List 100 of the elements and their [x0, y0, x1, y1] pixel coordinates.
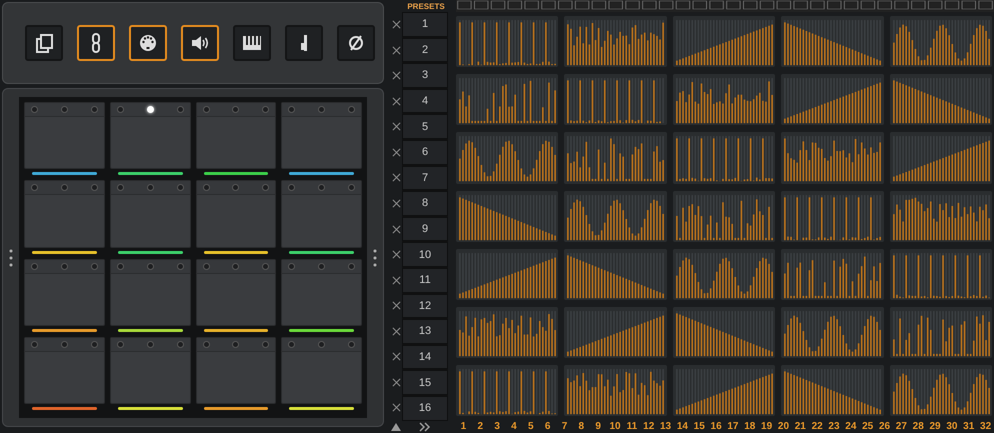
step-number: 32 — [979, 421, 992, 432]
step-pattern-thumbnail[interactable] — [672, 132, 776, 184]
preset-button[interactable]: 9 — [402, 216, 448, 242]
x-icon[interactable] — [392, 148, 400, 157]
double-chevron-icon[interactable] — [419, 422, 431, 432]
step-number: 14 — [676, 421, 689, 432]
step-pattern-thumbnail[interactable] — [672, 365, 776, 416]
step-pattern-thumbnail[interactable] — [890, 365, 992, 416]
preset-button[interactable]: 7 — [402, 166, 448, 190]
x-icon[interactable] — [392, 173, 400, 182]
toolbar-button[interactable] — [285, 25, 323, 61]
preset-button[interactable]: 10 — [402, 242, 448, 267]
step-pattern-thumbnail[interactable] — [456, 16, 558, 68]
toolbar-button[interactable] — [129, 25, 167, 61]
step-pattern-thumbnail[interactable] — [781, 365, 884, 416]
toolbar-button[interactable] — [77, 25, 115, 61]
step-number: 18 — [743, 421, 756, 432]
toolbar-button[interactable] — [25, 25, 63, 61]
screw-icon — [31, 106, 38, 113]
step-pattern-thumbnail[interactable] — [564, 74, 667, 126]
x-icon[interactable] — [392, 122, 400, 132]
step-pattern-thumbnail[interactable] — [890, 16, 992, 68]
screw-icon — [116, 106, 124, 113]
step-pattern-thumbnail[interactable] — [456, 190, 558, 242]
preset-button[interactable]: 4 — [402, 88, 448, 114]
x-icon[interactable] — [392, 71, 400, 80]
x-icon[interactable] — [392, 224, 400, 234]
x-icon[interactable] — [392, 20, 400, 30]
step-number: 27 — [894, 421, 908, 432]
preset-button[interactable]: 14 — [402, 344, 448, 370]
preset-button[interactable]: 11 — [402, 268, 448, 293]
step-pattern-thumbnail[interactable] — [781, 16, 884, 68]
handle-dots-icon[interactable] — [9, 248, 13, 266]
up-arrow-icon[interactable] — [391, 422, 401, 431]
toolbar-button[interactable] — [233, 25, 271, 61]
preset-button[interactable]: 1 — [402, 12, 448, 37]
preset-button[interactable]: 3 — [402, 63, 448, 88]
step-pattern-thumbnail[interactable] — [781, 190, 884, 242]
step-number: 13 — [658, 421, 672, 432]
step-pattern-thumbnail[interactable] — [890, 307, 992, 358]
screw-icon — [348, 340, 355, 348]
toolbar-button[interactable] — [337, 25, 375, 61]
step-pattern-thumbnail[interactable] — [781, 248, 884, 300]
preset-button[interactable]: 5 — [402, 114, 448, 139]
step-pattern-thumbnail[interactable] — [890, 248, 992, 300]
step-pattern-thumbnail[interactable] — [781, 74, 884, 126]
step-pattern-thumbnail[interactable] — [456, 74, 558, 126]
preset-button[interactable]: 15 — [402, 370, 448, 395]
step-number: 20 — [776, 421, 790, 432]
step-pattern-thumbnail[interactable] — [456, 132, 558, 184]
screw-icon — [90, 106, 98, 113]
x-icon[interactable] — [392, 403, 400, 412]
step-pattern-thumbnail[interactable] — [564, 248, 667, 300]
x-icon[interactable] — [392, 301, 400, 310]
step-pattern-thumbnail[interactable] — [672, 307, 776, 358]
step-pattern-thumbnail[interactable] — [672, 74, 776, 126]
step-pattern-thumbnail[interactable] — [564, 365, 667, 416]
step-pattern-thumbnail[interactable] — [672, 248, 776, 300]
x-icon[interactable] — [392, 276, 400, 285]
step-pattern-thumbnail[interactable] — [564, 132, 667, 184]
step-number: 22 — [810, 421, 824, 432]
x-icon[interactable] — [392, 378, 400, 387]
x-icon[interactable] — [392, 198, 400, 208]
x-icon[interactable] — [392, 96, 400, 106]
step-pattern-thumbnail[interactable] — [890, 74, 992, 126]
screw-icon — [116, 340, 124, 348]
preset-button[interactable]: 16 — [402, 396, 448, 420]
handle-dots-icon[interactable] — [373, 248, 377, 266]
slider-icon — [301, 33, 307, 53]
step-pattern-thumbnail[interactable] — [890, 132, 992, 184]
preset-button[interactable]: 13 — [402, 319, 448, 344]
screw-icon — [176, 106, 184, 113]
step-pattern-thumbnail[interactable] — [781, 132, 884, 184]
step-number: 19 — [760, 421, 774, 432]
step-pattern-thumbnail[interactable] — [672, 190, 776, 242]
step-pattern-thumbnail[interactable] — [564, 16, 667, 68]
screw-icon — [202, 106, 210, 113]
step-pattern-thumbnail[interactable] — [890, 190, 992, 242]
step-pattern-thumbnail[interactable] — [564, 307, 667, 358]
step-pattern-thumbnail[interactable] — [456, 365, 558, 416]
step-pattern-thumbnail[interactable] — [564, 190, 667, 242]
x-icon[interactable] — [392, 46, 400, 55]
screw-icon — [202, 262, 210, 270]
screw-icon — [31, 262, 38, 270]
screw-icon — [202, 340, 210, 348]
step-pattern-thumbnail[interactable] — [456, 248, 558, 300]
x-icon[interactable] — [392, 326, 400, 336]
step-number: 12 — [642, 421, 656, 432]
step-pattern-thumbnail[interactable] — [672, 16, 776, 68]
step-pattern-thumbnail[interactable] — [781, 307, 884, 358]
screw-icon — [90, 340, 98, 348]
screw-icon — [288, 184, 296, 192]
x-icon[interactable] — [392, 250, 400, 260]
step-pattern-thumbnail[interactable] — [456, 307, 558, 358]
preset-button[interactable]: 2 — [402, 38, 448, 62]
preset-button[interactable]: 8 — [402, 191, 448, 216]
preset-button[interactable]: 6 — [402, 140, 448, 165]
preset-button[interactable]: 12 — [402, 294, 448, 318]
x-icon[interactable] — [392, 352, 400, 362]
toolbar-button[interactable] — [181, 25, 219, 61]
